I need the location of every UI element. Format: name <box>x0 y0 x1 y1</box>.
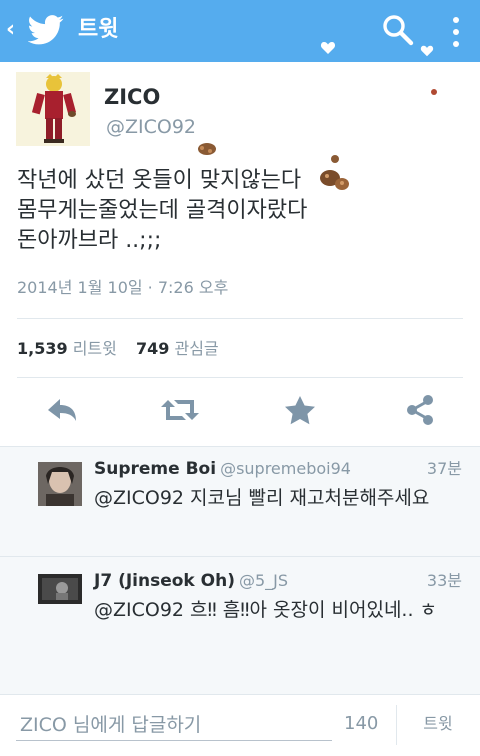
retweet-count[interactable]: 1,539 <box>17 339 68 358</box>
avatar[interactable] <box>38 574 82 604</box>
reply-author-name[interactable]: J7 (Jinseok Oh) <box>94 571 235 591</box>
tweet-text-line: 몸무게는줄었는데 골격이자랐다 <box>17 198 308 223</box>
reply-author[interactable]: J7 (Jinseok Oh) @5_JS <box>94 570 288 592</box>
tweet-text: 작년에 샀던 옷들이 맞지않는다 몸무게는줄었는데 골격이자랐다 돈아까브라 .… <box>17 166 467 256</box>
tweet-text-line: 작년에 샀던 옷들이 맞지않는다 <box>17 168 302 193</box>
overflow-menu-icon[interactable] <box>446 12 466 52</box>
replies-list: Supreme Boi @supremeboi94 37분 @ZICO92 지코님… <box>0 446 480 694</box>
reply-timestamp: 33분 <box>426 571 462 590</box>
reply-author-handle[interactable]: @5_JS <box>239 571 288 590</box>
tweet-detail: ZICO @ZICO92 작년에 샀던 옷들이 맞지않는다 몸무게는줄었는데 골… <box>0 62 480 446</box>
reply-text: @ZICO92 흐‼ 흠‼아 옷장이 비어있네.. ㅎ <box>94 599 438 621</box>
divider <box>17 377 463 378</box>
page-title: 트윗 <box>78 17 119 42</box>
reply-icon[interactable] <box>42 392 82 428</box>
chevron-left-icon[interactable]: ‹ <box>6 18 15 42</box>
divider <box>17 318 463 319</box>
reply-author[interactable]: Supreme Boi @supremeboi94 <box>94 458 351 480</box>
retweet-icon[interactable] <box>160 392 200 428</box>
tweet-button[interactable]: 트윗 <box>406 709 470 739</box>
cookie-sticker-icon <box>320 170 349 190</box>
retweet-label[interactable]: 리트윗 <box>73 339 117 358</box>
favorite-count[interactable]: 749 <box>136 339 169 358</box>
tweet-stats: 1,539 리트윗 749 관심글 <box>17 339 233 359</box>
tweet-text-line: 돈아까브라 ..;;; <box>17 228 162 253</box>
avatar[interactable] <box>16 72 90 146</box>
reply-timestamp: 37분 <box>426 459 462 478</box>
app-bar: ‹ 트윗 <box>0 0 480 62</box>
reply-item[interactable]: J7 (Jinseok Oh) @5_JS 33분 @ZICO92 흐‼ 흠‼아 … <box>0 556 480 694</box>
author-name[interactable]: ZICO <box>104 84 160 110</box>
author-handle[interactable]: @ZICO92 <box>106 115 196 139</box>
reply-avatar-image <box>38 462 82 506</box>
favorite-label[interactable]: 관심글 <box>174 339 218 358</box>
reply-item[interactable]: Supreme Boi @supremeboi94 37분 @ZICO92 지코님… <box>0 446 480 556</box>
heart-sticker-icon <box>420 45 434 57</box>
reply-input[interactable] <box>16 709 332 741</box>
character-count: 140 <box>344 713 379 734</box>
cookie-sticker-icon <box>431 89 437 95</box>
tweet-timestamp: 2014년 1월 10일 · 7:26 오후 <box>17 278 229 297</box>
twitter-bird-icon[interactable] <box>28 14 64 46</box>
search-icon[interactable] <box>380 12 416 48</box>
reply-author-name[interactable]: Supreme Boi <box>94 459 216 479</box>
cookie-sticker-icon <box>331 155 339 163</box>
reply-text: @ZICO92 지코님 빨리 재고처분해주세요 <box>94 487 430 509</box>
favorite-star-icon[interactable] <box>280 392 320 428</box>
heart-sticker-icon <box>320 42 336 54</box>
reply-composer: 140 트윗 <box>0 694 480 756</box>
cartoon-avatar-image <box>16 72 90 146</box>
reply-author-handle[interactable]: @supremeboi94 <box>220 459 351 478</box>
reply-avatar-image <box>38 574 82 604</box>
cookie-sticker-icon <box>198 143 216 155</box>
avatar[interactable] <box>38 462 82 506</box>
divider <box>396 705 397 745</box>
share-icon[interactable] <box>400 392 440 428</box>
